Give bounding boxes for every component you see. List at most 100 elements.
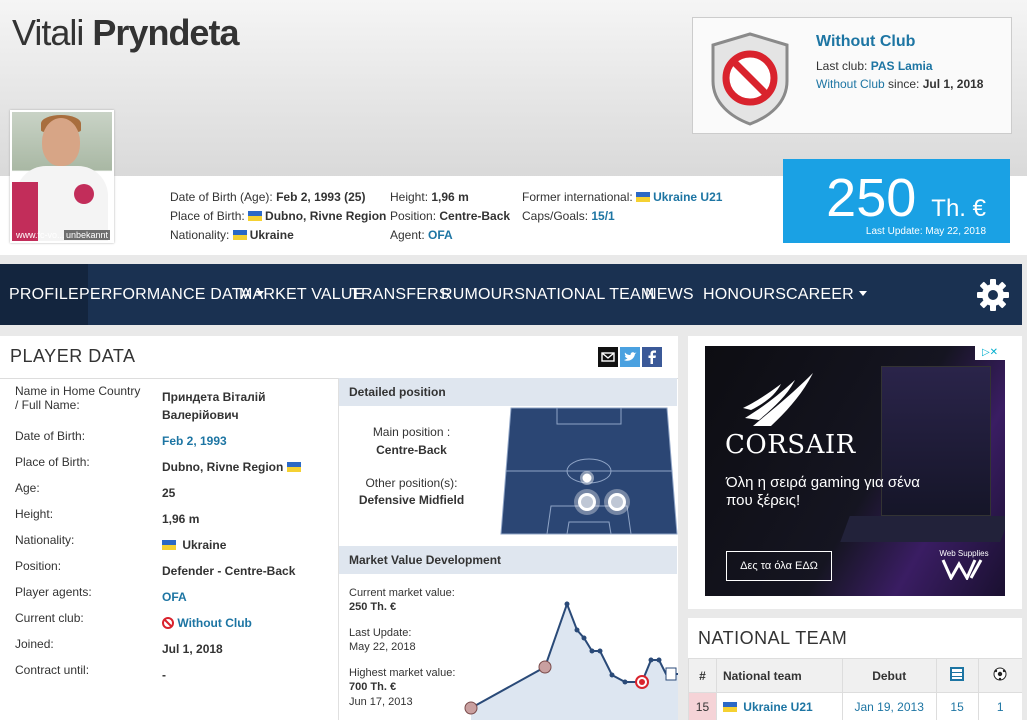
no-club-icon xyxy=(162,617,174,629)
pd-value-contract: - xyxy=(162,668,166,682)
mvd-update-date: May 22, 2018 xyxy=(349,641,416,653)
pd-value-agent-link[interactable]: OFA xyxy=(162,588,187,606)
pd-value-dob-link[interactable]: Feb 2, 1993 xyxy=(162,432,227,450)
info-column-3: Former international: Ukraine U21 Caps/G… xyxy=(522,190,723,223)
pd-label-pob: Place of Birth: xyxy=(15,455,90,469)
pd-label-age: Age: xyxy=(15,481,40,495)
main-position: Centre-Back xyxy=(376,443,447,457)
corsair-advertisement[interactable]: CORSAIR Όλη η σειρά gaming για σένα που … xyxy=(705,346,1005,596)
player-header: Vitali Pryndeta www.fc-vo... unbekannt D… xyxy=(0,0,1027,255)
ukraine-flag-icon xyxy=(722,701,737,712)
ad-text: Όλη η σειρά gaming για σένα που ξέρεις! xyxy=(726,474,920,509)
photo-url: www.fc-vo... xyxy=(16,230,65,240)
pd-value-age: 25 xyxy=(162,486,176,500)
last-club: Last club: PAS Lamia xyxy=(816,59,933,73)
player-last-name: Pryndeta xyxy=(92,12,239,53)
ad-cta-button[interactable]: Δες τα όλα ΕΔΩ xyxy=(726,551,832,581)
nav-honours[interactable]: HONOURS xyxy=(703,264,786,325)
mvd-current-value: 250 Th. € xyxy=(349,601,397,613)
national-team-panel: NATIONAL TEAM # National team Debut 15 U… xyxy=(688,618,1022,720)
pd-label-dob: Date of Birth: xyxy=(15,429,86,443)
ad-keyboard-image xyxy=(840,516,1005,542)
player-photo[interactable]: www.fc-vo... unbekannt xyxy=(10,110,114,243)
club-since: Without Club since: Jul 1, 2018 xyxy=(816,77,984,91)
advertisement-panel: CORSAIR Όλη η σειρά gaming για σένα που … xyxy=(688,336,1022,609)
detailed-position-box: Detailed position Main position : Centre… xyxy=(338,378,678,546)
nav-performance-data[interactable]: PERFORMANCE DATA xyxy=(79,264,265,325)
last-club-link[interactable]: PAS Lamia xyxy=(871,59,933,73)
caps-goals-link[interactable]: 15/1 xyxy=(591,209,614,223)
market-value: 250 Th. € xyxy=(826,168,986,228)
table-row: 15 Ukraine U21 Jan 19, 2013 15 1 xyxy=(688,692,1022,720)
since-date: Jul 1, 2018 xyxy=(922,77,984,91)
twitter-share-icon[interactable] xyxy=(620,347,640,367)
web-supplies-logo-icon xyxy=(941,559,983,582)
nav-news[interactable]: NEWS xyxy=(645,264,694,325)
col-number: # xyxy=(688,658,717,693)
col-national-team: National team xyxy=(715,658,843,693)
mvd-highest-date: Jun 17, 2013 xyxy=(349,696,413,708)
ad-supplier: Web Supplies xyxy=(939,549,989,582)
ad-brand: CORSAIR xyxy=(725,430,856,460)
team-link[interactable]: Ukraine U21 xyxy=(743,700,812,714)
market-value-box[interactable]: 250 Th. € Last Update: May 22, 2018 xyxy=(783,159,1010,243)
agent-link[interactable]: OFA xyxy=(428,228,453,242)
email-share-icon[interactable] xyxy=(598,347,618,367)
pd-value-height: 1,96 m xyxy=(162,512,200,526)
ball-icon xyxy=(993,667,1007,681)
facebook-share-icon[interactable] xyxy=(642,347,662,367)
pd-label-position: Position: xyxy=(15,559,62,573)
pd-value-club[interactable]: Without Club xyxy=(162,614,252,632)
ukraine-flag-icon xyxy=(248,211,263,221)
player-data-title: PLAYER DATA xyxy=(10,346,136,366)
other-position: Defensive Midfield xyxy=(358,493,465,507)
pd-value-name: Приндета Віталій Валерійович xyxy=(162,390,266,422)
market-value-update: Last Update: May 22, 2018 xyxy=(865,226,986,237)
caret-down-icon xyxy=(858,291,867,296)
nav-national-team[interactable]: NATIONAL TEAM xyxy=(525,264,654,325)
pd-value-pob: Dubno, Rivne Region xyxy=(162,458,304,476)
row-caps[interactable]: 15 xyxy=(935,692,979,720)
row-debut[interactable]: Jan 19, 2013 xyxy=(841,692,937,720)
photo-caption: unbekannt xyxy=(63,230,110,240)
national-team-table: # National team Debut 15 Ukraine U21 Jan… xyxy=(688,658,1022,720)
nav-career[interactable]: CAREER xyxy=(786,264,867,325)
nav-transfers[interactable]: TRANSFERS xyxy=(351,264,450,325)
ad-close-icon[interactable]: ▷✕ xyxy=(975,346,1005,360)
pd-value-joined: Jul 1, 2018 xyxy=(162,642,223,656)
market-value-development: Market Value Development Current market … xyxy=(338,546,678,720)
gear-icon[interactable] xyxy=(976,278,1010,312)
nav-profile[interactable]: PROFILE xyxy=(0,264,88,325)
row-number: 15 xyxy=(688,692,717,720)
former-international-link[interactable]: Ukraine U21 xyxy=(653,190,722,204)
ukraine-flag-icon xyxy=(232,230,247,240)
col-goals xyxy=(977,658,1022,693)
dob-value: Feb 2, 1993 (25) xyxy=(276,190,366,204)
pd-value-position: Defender - Centre-Back xyxy=(162,564,296,578)
pd-label-agents: Player agents: xyxy=(15,585,92,599)
lineup-icon xyxy=(950,667,965,681)
position-pitch-diagram xyxy=(500,407,678,535)
pd-label-contract: Contract until: xyxy=(15,663,90,677)
pd-label-club: Current club: xyxy=(15,611,84,625)
pd-label-height: Height: xyxy=(15,507,54,521)
height-value: 1,96 m xyxy=(431,190,469,204)
nav-rumours[interactable]: RUMOURS xyxy=(441,264,525,325)
info-column-1: Date of Birth (Age): Feb 2, 1993 (25) Pl… xyxy=(170,190,387,242)
player-name: Vitali Pryndeta xyxy=(12,12,239,54)
club-box: Without Club Last club: PAS Lamia Withou… xyxy=(692,17,1012,134)
col-caps xyxy=(935,658,979,693)
national-team-title: NATIONAL TEAM xyxy=(698,628,848,648)
pd-label-joined: Joined: xyxy=(15,637,54,651)
club-name-link[interactable]: Without Club xyxy=(816,33,915,51)
col-debut: Debut xyxy=(841,658,937,693)
market-value-chart xyxy=(464,601,678,720)
ukraine-flag-icon xyxy=(162,540,176,550)
pd-label-nationality: Nationality: xyxy=(15,533,75,547)
row-goals[interactable]: 1 xyxy=(977,692,1022,720)
ukraine-flag-icon xyxy=(636,192,651,202)
row-team[interactable]: Ukraine U21 xyxy=(715,692,843,720)
nav-market-value[interactable]: MARKET VALUE xyxy=(239,264,364,325)
position-value: Centre-Back xyxy=(439,209,511,223)
since-club-link[interactable]: Without Club xyxy=(816,77,885,91)
